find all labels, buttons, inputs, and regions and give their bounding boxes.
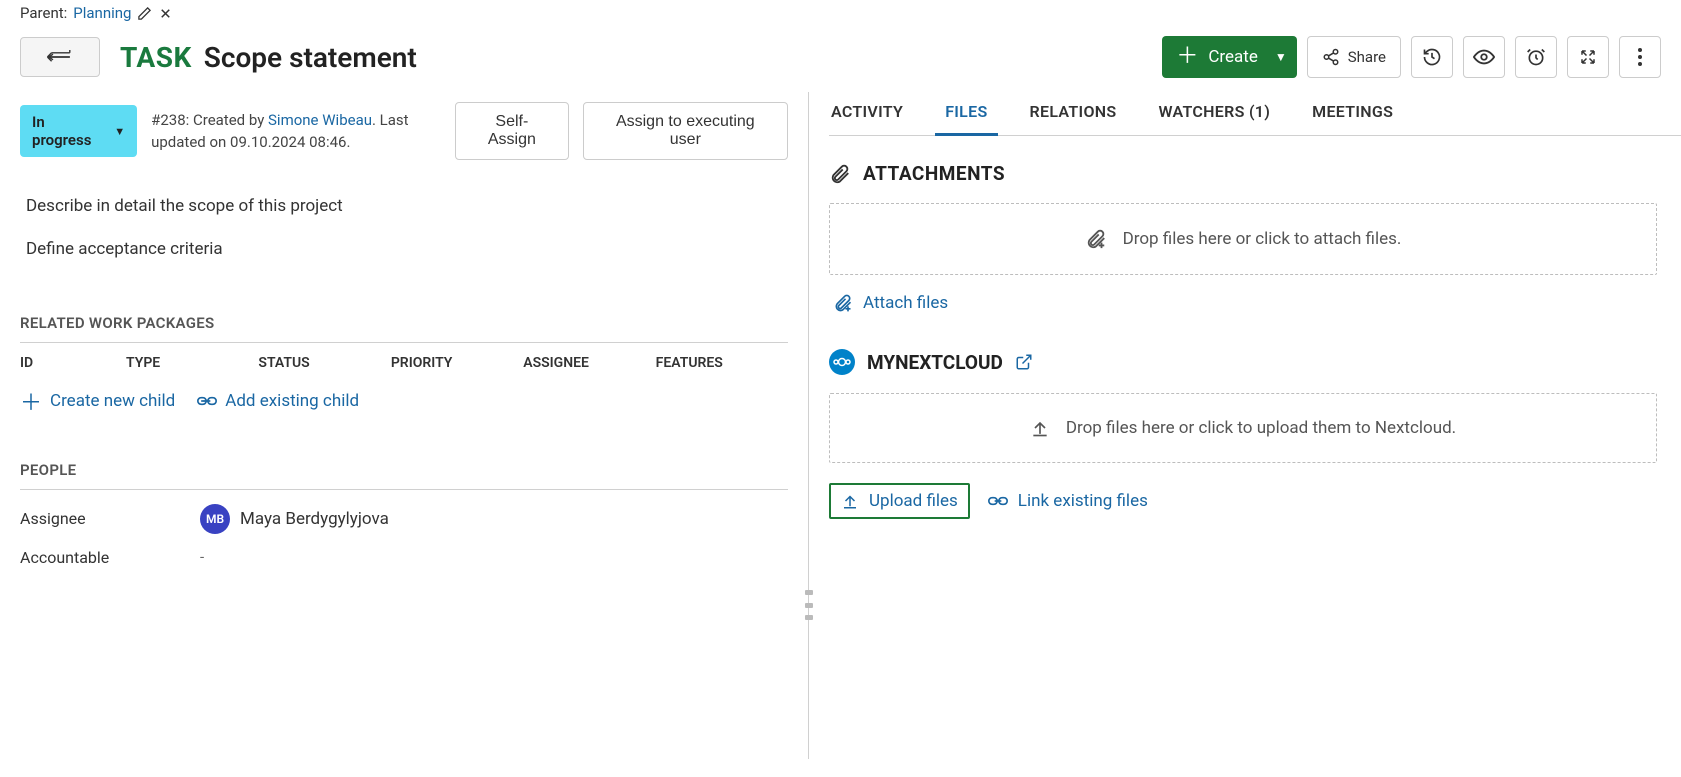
- watch-button[interactable]: [1463, 36, 1505, 78]
- add-existing-child-link[interactable]: Add existing child: [197, 391, 359, 411]
- share-button[interactable]: Share: [1307, 36, 1401, 78]
- accountable-value[interactable]: -: [200, 548, 204, 566]
- desc-line: Define acceptance criteria: [26, 235, 782, 264]
- people-section-title: PEOPLE: [20, 427, 788, 490]
- attach-files-label: Attach files: [863, 293, 948, 313]
- paperclip-icon: [833, 293, 853, 313]
- avatar: MB: [200, 504, 230, 534]
- expand-icon: [1579, 48, 1597, 66]
- page-title[interactable]: Scope statement: [204, 41, 417, 74]
- reminder-button[interactable]: [1515, 36, 1557, 78]
- create-child-label: Create new child: [50, 391, 175, 411]
- upload-icon: [1030, 418, 1050, 438]
- attachments-title: ATTACHMENTS: [829, 162, 1657, 185]
- tab-files[interactable]: FILES: [943, 102, 989, 135]
- eye-icon: [1473, 49, 1495, 65]
- paperclip-icon: [829, 163, 851, 185]
- nextcloud-title: MYNEXTCLOUD: [829, 313, 1657, 375]
- chevron-down-icon: ▼: [114, 125, 125, 138]
- description[interactable]: Describe in detail the scope of this pro…: [20, 176, 788, 280]
- attachments-drop-text: Drop files here or click to attach files…: [1123, 229, 1402, 249]
- nextcloud-dropzone[interactable]: Drop files here or click to upload them …: [829, 393, 1657, 463]
- status-label: In progress: [32, 113, 106, 149]
- link-icon: [197, 394, 217, 408]
- upload-icon: [841, 492, 859, 510]
- clear-parent-icon[interactable]: [158, 6, 173, 21]
- header: TASK Scope statement ＋ Create ▼ Share: [0, 28, 1681, 92]
- col-priority: PRIORITY: [391, 355, 523, 371]
- upload-files-label: Upload files: [869, 491, 958, 511]
- author-link[interactable]: Simone Wibeau: [268, 111, 372, 129]
- chevron-down-icon: ▼: [1268, 50, 1287, 64]
- create-label: Create: [1208, 47, 1258, 67]
- tab-meetings[interactable]: MEETINGS: [1310, 102, 1395, 135]
- back-button[interactable]: [20, 37, 100, 77]
- add-existing-label: Add existing child: [225, 391, 359, 411]
- plus-icon: ＋: [20, 385, 42, 417]
- share-label: Share: [1348, 48, 1386, 66]
- open-external-icon[interactable]: [1015, 353, 1033, 371]
- attach-upload-icon: [1085, 228, 1107, 250]
- nextcloud-icon: [829, 349, 855, 375]
- create-child-link[interactable]: ＋ Create new child: [20, 385, 175, 417]
- clock-icon: [1526, 47, 1546, 67]
- fullscreen-button[interactable]: [1567, 36, 1609, 78]
- edit-parent-icon[interactable]: [137, 6, 152, 21]
- desc-line: Describe in detail the scope of this pro…: [26, 192, 782, 221]
- col-features: FEATURES: [656, 355, 788, 371]
- attachments-dropzone[interactable]: Drop files here or click to attach files…: [829, 203, 1657, 275]
- resize-handle[interactable]: [805, 590, 813, 620]
- attachments-label: ATTACHMENTS: [863, 162, 1005, 185]
- meta-row: In progress ▼ #238: Created by Simone Wi…: [20, 92, 788, 176]
- tab-relations[interactable]: RELATIONS: [1028, 102, 1119, 135]
- upload-files-button[interactable]: Upload files: [829, 483, 970, 519]
- link-existing-label: Link existing files: [1018, 491, 1148, 511]
- assignee-name: Maya Berdygylyjova: [240, 509, 389, 529]
- link-existing-files-link[interactable]: Link existing files: [984, 485, 1152, 517]
- parent-label: Parent:: [20, 4, 67, 22]
- accountable-row: Accountable -: [20, 548, 788, 581]
- col-status: STATUS: [258, 355, 390, 371]
- tabs: ACTIVITY FILES RELATIONS WATCHERS (1) ME…: [829, 92, 1681, 136]
- col-id: ID: [20, 355, 126, 371]
- nextcloud-drop-text: Drop files here or click to upload them …: [1066, 418, 1456, 438]
- history-button[interactable]: [1411, 36, 1453, 78]
- assignee-row: Assignee MB Maya Berdygylyjova: [20, 490, 788, 548]
- meta-text: #238: Created by Simone Wibeau. Last upd…: [151, 109, 441, 154]
- col-type: TYPE: [126, 355, 258, 371]
- work-package-type: TASK: [120, 41, 192, 74]
- related-headers: ID TYPE STATUS PRIORITY ASSIGNEE FEATURE…: [20, 343, 788, 379]
- assign-executing-button[interactable]: Assign to executing user: [583, 102, 788, 160]
- history-icon: [1422, 47, 1442, 67]
- tab-watchers[interactable]: WATCHERS (1): [1156, 102, 1272, 135]
- accountable-label: Accountable: [20, 548, 200, 567]
- col-assignee: ASSIGNEE: [523, 355, 655, 371]
- attach-files-link[interactable]: Attach files: [829, 285, 1657, 313]
- parent-link[interactable]: Planning: [73, 4, 131, 22]
- more-button[interactable]: [1619, 36, 1661, 78]
- assignee-label: Assignee: [20, 509, 200, 528]
- nextcloud-label: MYNEXTCLOUD: [867, 351, 1003, 374]
- self-assign-button[interactable]: Self-Assign: [455, 102, 569, 160]
- share-icon: [1322, 48, 1340, 66]
- link-icon: [988, 493, 1008, 509]
- plus-icon: ＋: [1176, 46, 1198, 68]
- assignee-value[interactable]: MB Maya Berdygylyjova: [200, 504, 389, 534]
- meta-prefix: #238: Created by: [151, 111, 268, 129]
- parent-breadcrumb: Parent: Planning: [0, 0, 1681, 28]
- kebab-icon: [1637, 47, 1643, 67]
- tab-activity[interactable]: ACTIVITY: [829, 102, 905, 135]
- status-dropdown[interactable]: In progress ▼: [20, 105, 137, 157]
- create-button[interactable]: ＋ Create ▼: [1162, 36, 1296, 78]
- related-section-title: RELATED WORK PACKAGES: [20, 280, 788, 343]
